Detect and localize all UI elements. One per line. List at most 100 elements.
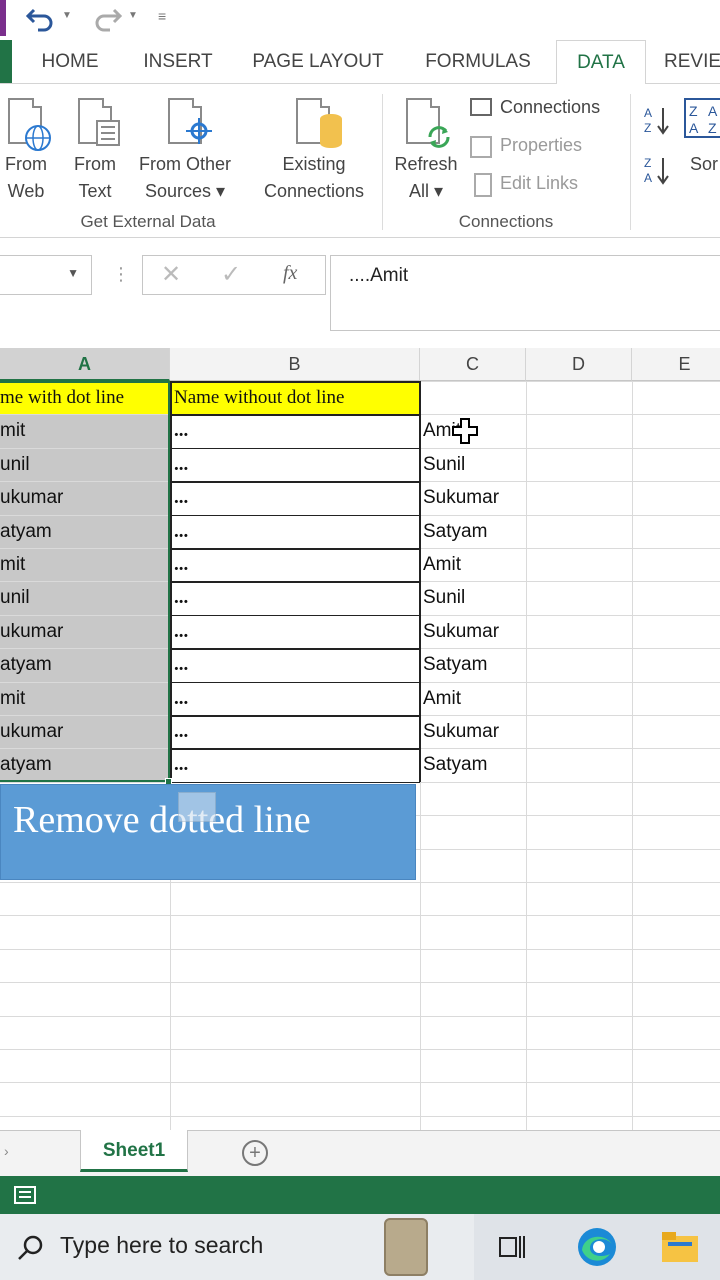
cell-b[interactable]: ... (174, 615, 418, 648)
svg-text:A: A (689, 120, 699, 136)
customize-qat-icon[interactable]: ≡ (158, 8, 166, 24)
cell-c[interactable]: Sukumar (423, 715, 525, 748)
from-text-label-2: Text (78, 181, 112, 201)
edit-links-button[interactable]: Edit Links (468, 170, 618, 200)
table-border (419, 381, 421, 782)
svg-text:Z: Z (708, 120, 717, 136)
cell-c[interactable]: Satyam (423, 648, 525, 681)
cell-b[interactable]: ... (174, 548, 418, 581)
row-gridline (0, 882, 720, 883)
cell-c[interactable]: Amit (423, 682, 525, 715)
cell-b[interactable]: ... (174, 414, 418, 447)
svg-text:A: A (644, 106, 652, 120)
get-external-data-label: Get External Data (80, 212, 216, 231)
column-header-e[interactable]: E (632, 348, 720, 381)
column-header-a[interactable]: A (0, 348, 170, 381)
from-other-sources-button[interactable]: From Other Sources ▾ (130, 94, 240, 206)
name-box-dropdown-icon[interactable]: ▼ (67, 266, 79, 280)
text-lines-icon (96, 120, 120, 146)
file-tab[interactable] (0, 40, 12, 83)
redo-icon[interactable] (92, 4, 123, 32)
task-view-icon[interactable] (496, 1232, 528, 1262)
table-border (170, 581, 420, 583)
col-gridline (632, 381, 633, 1130)
name-box[interactable]: ▼ (0, 255, 92, 295)
macro-record-icon[interactable] (14, 1186, 36, 1204)
cell-b[interactable]: ... (174, 515, 418, 548)
cell-c[interactable]: Satyam (423, 748, 525, 781)
edge-browser-icon[interactable] (576, 1226, 618, 1268)
from-text-button[interactable]: From Text (66, 94, 124, 206)
cell-c[interactable]: Satyam (423, 515, 525, 548)
cell-b[interactable]: ... (174, 648, 418, 681)
insert-function-icon[interactable]: fx (283, 262, 297, 285)
table-border (170, 514, 420, 517)
enter-icon[interactable]: ✓ (221, 260, 241, 289)
refresh-all-button[interactable]: Refresh All ▾ (392, 94, 460, 206)
file-explorer-icon[interactable] (660, 1228, 700, 1266)
sheet-tab-sheet1[interactable]: Sheet1 (80, 1130, 188, 1172)
cell-b[interactable]: ... (174, 581, 418, 614)
table-border (170, 381, 172, 782)
from-web-button[interactable]: From Web (0, 94, 52, 206)
formula-bar-grip-icon[interactable]: ⋮ (112, 264, 130, 285)
sheet-scroll-icon[interactable]: › (4, 1143, 9, 1159)
table-border (170, 648, 420, 650)
redo-dropdown-icon[interactable]: ▼ (128, 10, 138, 21)
cell-b[interactable]: ... (174, 682, 418, 715)
cancel-icon[interactable]: ✕ (161, 260, 181, 289)
cell-b[interactable]: ... (174, 481, 418, 514)
from-other-label-1: From Other (138, 154, 231, 174)
properties-button[interactable]: Properties (468, 132, 618, 162)
undo-dropdown-icon[interactable]: ▼ (62, 10, 72, 21)
undo-icon[interactable] (25, 4, 56, 32)
table-border (170, 447, 420, 450)
refresh-label-2: All ▾ (408, 181, 444, 201)
tab-page-layout[interactable]: PAGE LAYOUT (244, 40, 392, 84)
tab-review[interactable]: REVIE (664, 40, 720, 84)
sort-label[interactable]: Sor (690, 151, 718, 178)
cell-c[interactable]: Sukumar (423, 615, 525, 648)
sort-dialog-icon[interactable]: ZAAZ (684, 98, 720, 138)
cell-c[interactable]: Amit (423, 548, 525, 581)
formula-input[interactable]: ....Amit (330, 255, 720, 331)
cell-b[interactable]: ... (174, 448, 418, 481)
sort-descending-icon[interactable]: ZA (644, 154, 674, 185)
ribbon-tabs: HOME INSERT PAGE LAYOUT FORMULAS DATA RE… (0, 40, 720, 85)
table-border (170, 614, 420, 617)
paste-options-icon[interactable] (178, 792, 216, 822)
tab-insert[interactable]: INSERT (136, 40, 220, 84)
group-separator (382, 94, 383, 230)
existing-connections-button[interactable]: Existing Connections (254, 94, 374, 206)
cell-b[interactable]: ... (174, 715, 418, 748)
cell-b[interactable]: ... (174, 748, 418, 781)
column-header-c[interactable]: C (420, 348, 526, 381)
search-highlight-icon[interactable] (384, 1218, 428, 1276)
worksheet-grid[interactable]: A B C D E me with dot line Name without d… (0, 348, 720, 1130)
tab-home[interactable]: HOME (28, 40, 112, 84)
cell-c[interactable]: Sunil (423, 448, 525, 481)
connections-button[interactable]: Connections (468, 94, 618, 124)
sort-ascending-icon[interactable]: AZ (644, 104, 674, 135)
search-icon[interactable] (16, 1234, 44, 1262)
table-border (170, 414, 420, 416)
tab-data[interactable]: DATA (556, 40, 646, 85)
existing-label-2: Connections (263, 181, 365, 201)
cell-c[interactable]: Sunil (423, 581, 525, 614)
svg-text:Z: Z (644, 156, 651, 170)
cell-c[interactable]: Sukumar (423, 481, 525, 514)
table-border (170, 748, 420, 750)
column-header-b[interactable]: B (170, 348, 420, 381)
table-border (170, 715, 420, 717)
edit-links-label: Edit Links (500, 173, 579, 193)
taskbar-search-input[interactable]: Type here to search (60, 1232, 263, 1259)
status-bar (0, 1176, 720, 1214)
group-separator (630, 94, 631, 230)
sheet-tabs-bar: › Sheet1 + (0, 1130, 720, 1176)
from-text-label-1: From (74, 154, 116, 174)
add-sheet-icon[interactable]: + (242, 1140, 268, 1166)
formula-bar: ▼ ⋮ ✕ ✓ fx ....Amit (0, 238, 720, 348)
column-header-d[interactable]: D (526, 348, 632, 381)
svg-text:A: A (708, 103, 718, 119)
tab-formulas[interactable]: FORMULAS (414, 40, 542, 84)
